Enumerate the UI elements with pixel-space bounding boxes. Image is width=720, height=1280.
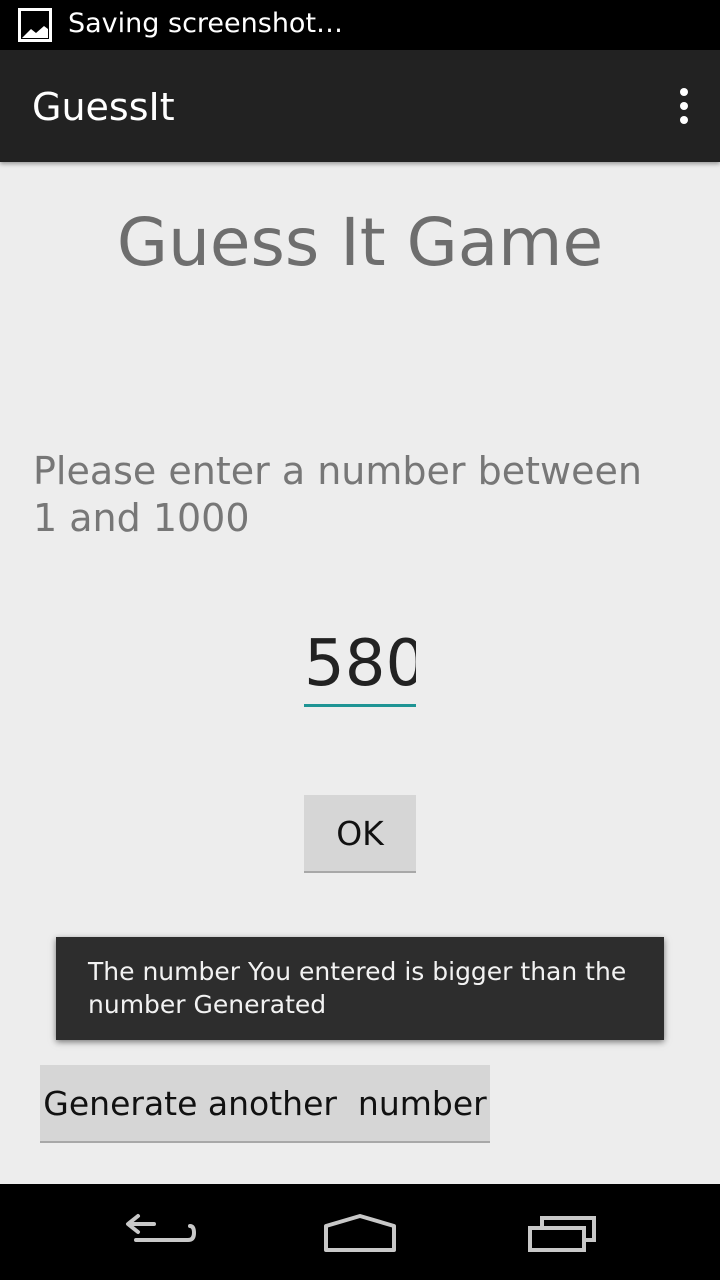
prompt-text: Please enter a number between 1 and 1000 xyxy=(33,449,642,540)
main-content: Guess It Game Please enter a number betw… xyxy=(0,162,720,1184)
navigation-bar xyxy=(0,1184,720,1280)
generate-number-button[interactable]: Generate another number xyxy=(40,1065,490,1143)
number-input[interactable] xyxy=(304,624,416,707)
toast-message: The number You entered is bigger than th… xyxy=(56,937,664,1040)
status-notification-text: Saving screenshot… xyxy=(68,8,344,39)
home-icon[interactable] xyxy=(320,1208,400,1256)
game-title: Guess It Game xyxy=(116,204,604,281)
ok-button[interactable]: OK xyxy=(304,795,416,873)
action-bar: GuessIt xyxy=(0,50,720,162)
app-title: GuessIt xyxy=(32,85,175,129)
image-icon xyxy=(18,8,52,42)
back-icon[interactable] xyxy=(120,1208,200,1256)
status-bar: Saving screenshot… xyxy=(0,0,720,50)
recents-icon[interactable] xyxy=(522,1208,602,1256)
more-vert-icon[interactable] xyxy=(668,84,700,128)
